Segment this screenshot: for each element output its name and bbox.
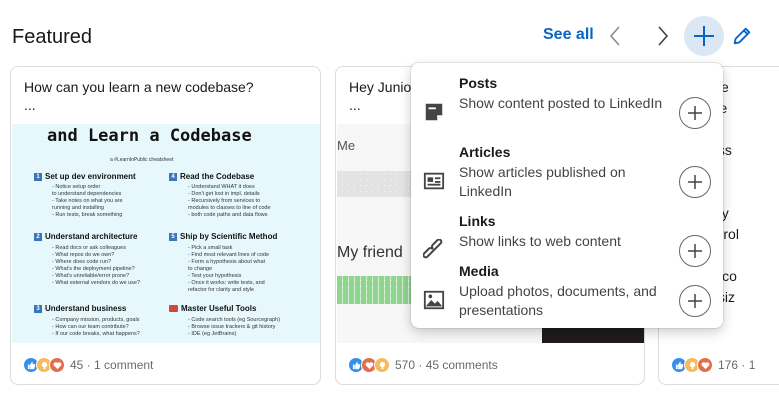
plus-icon	[688, 244, 702, 258]
card-text: Hey Junio	[349, 79, 412, 95]
comment-count: 1	[748, 358, 756, 372]
menu-item-description: Show links to web content	[459, 233, 621, 249]
menu-item-title: Posts	[459, 75, 498, 91]
menu-item-description: Show articles published on LinkedIn	[459, 164, 626, 199]
social-counts[interactable]: 570 · 45 comments	[348, 357, 498, 373]
cheatsheet-section: 1 Set up dev environment	[34, 172, 136, 181]
cheatsheet-bullets: - Understand WHAT it does - Don't get los…	[188, 184, 271, 218]
add-featured-button[interactable]	[684, 16, 724, 56]
plus-icon	[694, 26, 714, 46]
chevron-right-icon	[658, 26, 669, 46]
previous-button[interactable]	[596, 16, 636, 56]
cheatsheet-section: 4 Read the Codebase	[169, 172, 254, 181]
cheatsheet-section: 3 Understand business	[34, 304, 126, 313]
reaction-count: 570	[395, 358, 416, 372]
cheatsheet-subtitle: a #LearnInPublic cheatsheet	[110, 157, 174, 163]
plus-icon	[688, 294, 702, 308]
next-button[interactable]	[642, 16, 682, 56]
toolbox-icon	[169, 305, 178, 312]
pencil-icon	[733, 27, 751, 45]
plus-icon	[688, 106, 702, 120]
image-icon	[423, 290, 445, 310]
cheatsheet-title: and Learn a Codebase	[47, 126, 252, 146]
add-button[interactable]	[679, 285, 711, 317]
social-counts[interactable]: 45 · 1 comment	[23, 357, 153, 373]
cheatsheet-section: 2 Understand architecture	[34, 232, 137, 241]
cheatsheet-bullets: - Code search tools (eg Sourcegraph) - Br…	[188, 317, 281, 337]
cheatsheet-section: 5 Ship by Scientific Method	[169, 232, 277, 241]
cheatsheet-bullets: - Pick a small task - Find most relevant …	[188, 245, 270, 293]
comment-count: 1 comment	[94, 358, 154, 372]
menu-item-posts[interactable]: Posts Show content posted to LinkedIn	[411, 75, 723, 143]
link-icon	[423, 239, 443, 259]
article-icon	[423, 172, 445, 190]
post-note-icon	[425, 103, 443, 121]
featured-header: Featured See all	[0, 0, 779, 66]
cheatsheet-bullets: - Company mission, products, goals - How …	[52, 317, 140, 337]
menu-item-title: Media	[459, 263, 499, 279]
plus-icon	[688, 175, 702, 189]
reaction-count: 45	[70, 358, 84, 372]
menu-item-media[interactable]: Media Upload photos, documents, and pres…	[411, 263, 723, 331]
add-button[interactable]	[679, 97, 711, 129]
section-title: Featured	[12, 26, 93, 48]
separator-dot: ·	[738, 358, 749, 372]
add-button[interactable]	[679, 166, 711, 198]
thumbnail-label: My friend	[337, 244, 403, 261]
separator-dot: ·	[83, 358, 95, 372]
social-counts[interactable]: 176 · 1	[671, 357, 755, 373]
love-reaction-icon	[697, 357, 713, 373]
featured-card[interactable]: How can you learn a new codebase? ... an…	[10, 66, 321, 385]
comment-count: 45 comments	[425, 358, 498, 372]
card-ellipsis: ...	[24, 97, 36, 113]
insightful-reaction-icon	[374, 357, 390, 373]
add-featured-menu: Posts Show content posted to LinkedIn Ar…	[411, 63, 723, 328]
menu-item-articles[interactable]: Articles Show articles published on Link…	[411, 144, 723, 212]
cheatsheet-bullets: - Notice setup order to understand depen…	[52, 184, 123, 218]
card-ellipsis: ...	[349, 97, 361, 113]
card-thumbnail: and Learn a Codebase a #LearnInPublic ch…	[12, 124, 320, 343]
chevron-left-icon	[609, 26, 620, 46]
menu-item-title: Articles	[459, 144, 511, 160]
separator-dot: ·	[415, 358, 426, 372]
thumbnail-label: Me	[337, 138, 356, 153]
see-all-link[interactable]: See all	[543, 26, 594, 44]
menu-item-description: Upload photos, documents, and presentati…	[459, 283, 657, 318]
menu-item-title: Links	[459, 213, 496, 229]
reaction-count: 176	[718, 358, 739, 372]
cheatsheet-section: Master Useful Tools	[169, 304, 256, 313]
edit-featured-button[interactable]	[722, 16, 762, 56]
card-text: How can you learn a new codebase?	[24, 79, 254, 95]
love-reaction-icon	[49, 357, 65, 373]
menu-item-description: Show content posted to LinkedIn	[459, 95, 663, 111]
cheatsheet-bullets: - Read docs or ask colleagues - What repo…	[52, 245, 141, 286]
